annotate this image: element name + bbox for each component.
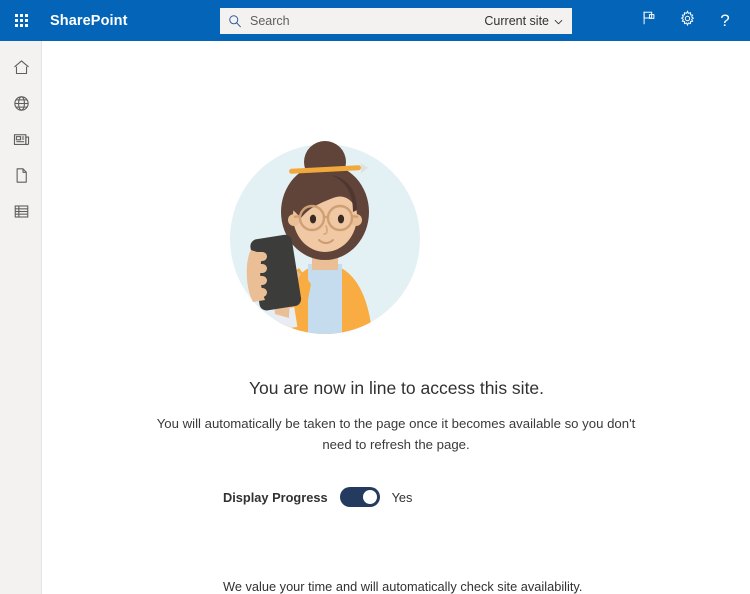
settings-gear-icon: [679, 9, 696, 32]
chevron-down-icon: [554, 14, 563, 28]
display-progress-label: Display Progress: [223, 489, 328, 505]
availability-status-text: We value your time and will automaticall…: [223, 579, 583, 594]
display-progress-toggle[interactable]: [339, 487, 380, 507]
page-subtext: You will automatically be taken to the p…: [156, 416, 636, 452]
settings-button[interactable]: [668, 0, 706, 41]
search-input[interactable]: [250, 8, 485, 34]
display-progress-toggle-row: Display Progress Yes: [223, 487, 412, 507]
app-launcher-button[interactable]: [0, 0, 42, 41]
app-launcher-waffle-icon: [14, 14, 28, 27]
brand-sharepoint-link[interactable]: SharePoint: [50, 13, 128, 29]
left-nav-rail: [0, 41, 42, 594]
sidebar-item-page[interactable]: [0, 160, 42, 196]
sidebar-item-news[interactable]: [0, 124, 42, 160]
search-scope-dropdown[interactable]: Current site: [484, 14, 572, 28]
display-progress-state: Yes: [391, 489, 413, 505]
news-icon: [12, 130, 31, 154]
sidebar-item-sites[interactable]: [0, 88, 42, 124]
help-question-icon: ?: [720, 11, 730, 30]
sharepoint-waiting-room-page: SharePoint Current site: [0, 0, 750, 594]
home-icon: [12, 58, 31, 82]
help-button[interactable]: ?: [706, 0, 744, 41]
person-with-phone-illustration: [215, 124, 435, 344]
feedback-flag-icon: [641, 10, 657, 31]
toggle-knob: [362, 490, 377, 504]
header-actions: ?: [630, 0, 744, 41]
main-content: You are now in line to access this site.…: [43, 41, 750, 594]
page-title: You are now in line to access this site.: [248, 378, 545, 398]
sidebar-item-home[interactable]: [0, 52, 42, 88]
feedback-button[interactable]: [630, 0, 668, 41]
sidebar-item-lists[interactable]: [0, 196, 42, 232]
search-box[interactable]: Current site: [220, 8, 572, 34]
search-scope-label: Current site: [484, 14, 549, 28]
document-page-icon: [12, 166, 31, 190]
search-icon: [220, 8, 250, 34]
lists-icon: [12, 202, 31, 226]
waiting-room-hero: You are now in line to access this site.…: [43, 41, 750, 594]
suite-header: SharePoint Current site: [0, 0, 750, 41]
globe-icon: [12, 94, 31, 118]
